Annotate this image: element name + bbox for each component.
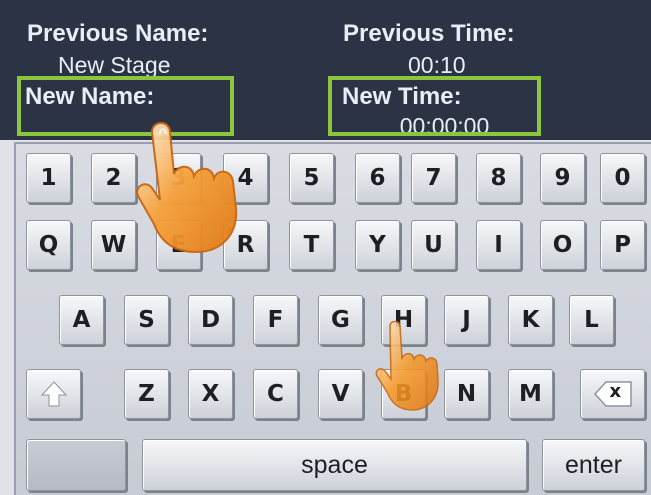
key-d[interactable]: D [188,295,233,345]
key-w[interactable]: W [91,220,136,270]
key-c[interactable]: C [253,369,298,419]
key-9[interactable]: 9 [540,153,585,203]
key-y[interactable]: Y [355,220,400,270]
key-m[interactable]: M [508,369,553,419]
key-7[interactable]: 7 [411,153,456,203]
key-0[interactable]: 0 [600,153,645,203]
key-k[interactable]: K [508,295,553,345]
key-3[interactable]: 3 [156,153,201,203]
backspace-key[interactable]: x [580,369,645,419]
key-f[interactable]: F [253,295,298,345]
new-time-field[interactable]: New Time: 00:00:00 [328,76,541,136]
key-l[interactable]: L [569,295,614,345]
key-a[interactable]: A [59,295,104,345]
key-e[interactable]: E [156,220,201,270]
previous-time-value: 00:10 [408,52,466,78]
key-o[interactable]: O [540,220,585,270]
key-j[interactable]: J [444,295,489,345]
backspace-glyph: x [609,381,622,402]
key-1[interactable]: 1 [26,153,71,203]
key-r[interactable]: R [223,220,268,270]
previous-name-value: New Stage [58,52,171,78]
key-8[interactable]: 8 [476,153,521,203]
new-time-label: New Time: [342,83,462,110]
shift-key[interactable] [26,369,81,419]
key-n[interactable]: N [444,369,489,419]
key-t[interactable]: T [289,220,334,270]
key-b[interactable]: B [381,369,426,419]
stage-edit-header: Previous Name: New Stage Previous Time: … [0,0,651,140]
previous-time-label: Previous Time: [343,20,515,47]
new-name-label: New Name: [25,83,155,110]
key-x[interactable]: X [188,369,233,419]
new-time-value: 00:00:00 [399,113,490,136]
shift-arrow-icon [40,380,68,408]
blank-key[interactable] [26,439,126,491]
key-p[interactable]: P [600,220,645,270]
key-q[interactable]: Q [26,220,71,270]
key-i[interactable]: I [476,220,521,270]
key-g[interactable]: G [318,295,363,345]
backspace-icon: x [593,379,633,409]
previous-name-label: Previous Name: [27,20,209,47]
key-z[interactable]: Z [124,369,169,419]
key-s[interactable]: S [124,295,169,345]
key-2[interactable]: 2 [91,153,136,203]
on-screen-keyboard: 1 2 3 4 5 6 7 8 9 0 Q W E R T Y U I O P … [14,142,651,495]
key-h[interactable]: H [381,295,426,345]
space-key[interactable]: space [142,439,527,491]
key-v[interactable]: V [318,369,363,419]
key-5[interactable]: 5 [289,153,334,203]
key-4[interactable]: 4 [223,153,268,203]
keyboard-entry-screen: Previous Name: New Stage Previous Time: … [0,0,651,495]
new-name-field[interactable]: New Name: [17,76,234,136]
enter-key[interactable]: enter [542,439,645,491]
key-6[interactable]: 6 [355,153,400,203]
key-u[interactable]: U [411,220,456,270]
